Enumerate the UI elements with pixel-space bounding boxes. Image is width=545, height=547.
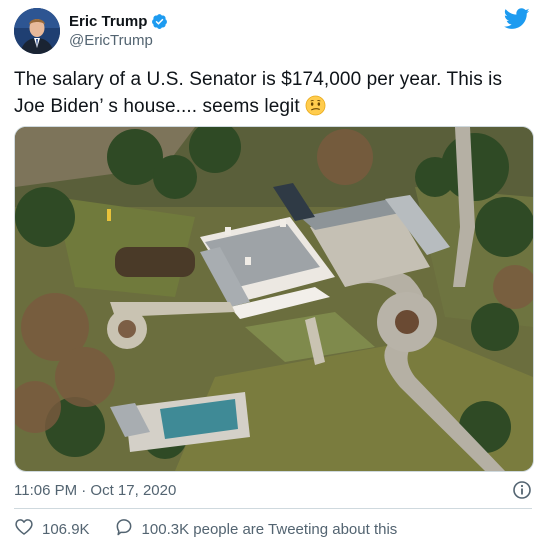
like-count: 106.9K (42, 520, 90, 538)
tweet-text: The salary of a U.S. Senator is $174,000… (14, 66, 529, 120)
confused-face-emoji-icon (305, 95, 326, 116)
speech-bubble-icon (114, 517, 134, 541)
tweet-text-line-2-wrap: Joe Biden’ s house.... seems legit (14, 93, 529, 120)
tweet-meta: 11:06 PM · Oct 17, 2020 (14, 480, 532, 502)
info-icon[interactable] (512, 480, 532, 500)
tweet-text-line-2: Joe Biden’ s house.... seems legit (14, 96, 300, 117)
aerial-house-photo[interactable] (14, 126, 534, 472)
author-handle[interactable]: @EricTrump (69, 32, 168, 49)
tweet-text-line-1: The salary of a U.S. Senator is $174,000… (14, 69, 503, 90)
verified-badge-icon (151, 13, 168, 30)
like-button[interactable]: 106.9K (14, 517, 90, 541)
tweeting-about-link[interactable]: 100.3K people are Tweeting about this (114, 517, 398, 541)
divider (14, 508, 532, 509)
avatar[interactable] (14, 8, 60, 54)
tweet-header: Eric Trump @EricTrump (14, 8, 534, 58)
display-name[interactable]: Eric Trump (69, 13, 147, 30)
twitter-bird-icon[interactable] (503, 8, 530, 30)
tweeting-count-text: 100.3K people are Tweeting about this (141, 520, 398, 538)
tweet-actions: 106.9K 100.3K people are Tweeting about … (14, 518, 532, 540)
tweet-card: Eric Trump @EricTrump The salary of a U.… (0, 0, 545, 547)
heart-icon (14, 517, 34, 541)
timestamp[interactable]: 11:06 PM · Oct 17, 2020 (14, 482, 176, 499)
author-block: Eric Trump @EricTrump (69, 13, 168, 49)
name-row: Eric Trump (69, 13, 168, 30)
